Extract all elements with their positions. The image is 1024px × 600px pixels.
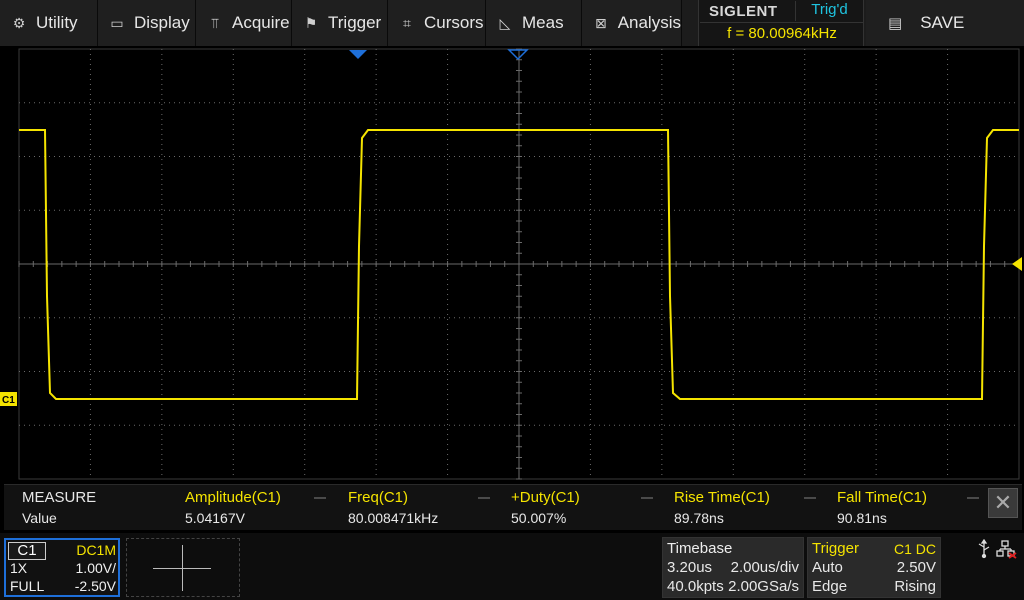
- menu-meas[interactable]: ◺ Meas: [486, 0, 582, 46]
- timebase-delay: 3.20us: [667, 559, 713, 576]
- channel-row: C1 DC1M: [8, 542, 116, 560]
- status-panel: SIGLENT Trig'd f = 80.00964kHz: [698, 0, 864, 46]
- menu-utility-label: Utility: [36, 13, 78, 32]
- channel-1-panel[interactable]: C1 DC1M 1X 1.00V/ FULL -2.50V: [4, 538, 120, 597]
- trigger-type: Edge: [812, 578, 848, 595]
- measure-ruler-icon: ◺: [499, 14, 511, 31]
- gear-icon: ⚙: [12, 14, 26, 31]
- measure-divider: [314, 497, 326, 499]
- measure-divider: [804, 497, 816, 499]
- measure-header-rise-time[interactable]: Rise Time(C1): [674, 489, 770, 506]
- channel-scale: 1.00V/: [75, 560, 116, 576]
- channel-coupling: DC1M: [76, 542, 116, 558]
- measure-value-freq: 80.008471kHz: [348, 510, 439, 526]
- timebase-title: Timebase: [667, 540, 733, 557]
- channel-probe: 1X: [10, 560, 28, 576]
- waveform-grid: C1: [0, 48, 1022, 480]
- menu-cursors-label: Cursors: [424, 13, 484, 32]
- system-icons: [972, 538, 1020, 559]
- menu-analysis-label: Analysis: [617, 13, 681, 32]
- measure-value-rise-time: 89.78ns: [674, 510, 724, 526]
- save-button[interactable]: ▤ SAVE: [866, 0, 1024, 46]
- trigger-mode: Auto: [812, 559, 843, 576]
- close-measure-button[interactable]: ✕: [988, 488, 1018, 518]
- timebase-points: 40.0kpts: [667, 578, 724, 595]
- menu-analysis[interactable]: ⊠ Analysis: [582, 0, 682, 46]
- channel-offset: -2.50V: [74, 578, 116, 594]
- channel-bandwidth: FULL: [10, 578, 45, 594]
- menu-display-label: Display: [134, 13, 190, 32]
- measure-header-fall-time[interactable]: Fall Time(C1): [837, 489, 927, 506]
- measure-divider: [641, 497, 653, 499]
- graticule: [18, 48, 1020, 480]
- measure-value-amplitude: 5.04167V: [185, 510, 245, 526]
- frequency-counter: f = 80.00964kHz: [700, 22, 864, 45]
- channel-row: 1X 1.00V/: [8, 560, 116, 578]
- measure-value-label: Value: [22, 510, 57, 526]
- menu-cursors[interactable]: ⌗ Cursors: [388, 0, 486, 46]
- add-channel-button[interactable]: [126, 538, 240, 597]
- acquire-icon: ⫪: [211, 14, 219, 31]
- menu-meas-label: Meas: [522, 13, 564, 32]
- timebase-scale: 2.00us/div: [730, 559, 799, 576]
- measure-title: MEASURE: [22, 489, 97, 506]
- network-disconnected-icon: [996, 540, 1017, 559]
- trigger-title: Trigger: [812, 540, 859, 557]
- channel-row: FULL -2.50V: [8, 578, 116, 596]
- trigger-level: 2.50V: [896, 559, 936, 576]
- measure-header-duty[interactable]: +Duty(C1): [511, 489, 580, 506]
- timebase-panel[interactable]: Timebase 3.20us 2.00us/div 40.0kpts 2.00…: [662, 537, 804, 598]
- measure-divider: [478, 497, 490, 499]
- waveform-display[interactable]: C1: [0, 46, 1024, 482]
- usb-icon: [978, 538, 990, 559]
- save-label: SAVE: [920, 13, 965, 32]
- measure-value-duty: 50.007%: [511, 510, 567, 526]
- trigger-panel[interactable]: Trigger C1 DC Auto 2.50V Edge Rising: [807, 537, 941, 598]
- crosshair-icon: ⌗: [403, 14, 411, 31]
- menu-display[interactable]: ▭ Display: [98, 0, 196, 46]
- menu-trigger[interactable]: ⚑ Trigger: [292, 0, 388, 46]
- menu-acquire-label: Acquire: [232, 13, 290, 32]
- channel-1-marker-label: C1: [2, 395, 15, 406]
- menu-utility[interactable]: ⚙ Utility: [0, 0, 98, 46]
- trigger-position-marker[interactable]: [349, 50, 367, 59]
- measure-divider: [967, 497, 979, 499]
- menu-acquire[interactable]: ⫪ Acquire: [196, 0, 292, 46]
- plus-icon: [182, 545, 183, 591]
- close-icon: ✕: [993, 490, 1013, 515]
- monitor-icon: ▭: [110, 14, 124, 31]
- timebase-sample-rate: 2.00GSa/s: [728, 578, 799, 595]
- brand-logo: SIGLENT: [709, 3, 778, 20]
- trigger-slope: Rising: [894, 578, 936, 595]
- measure-value-fall-time: 90.81ns: [837, 510, 887, 526]
- flag-icon: ⚑: [304, 14, 318, 31]
- status-bar: C1 DC1M 1X 1.00V/ FULL -2.50V Timebase 3…: [0, 533, 1024, 600]
- measure-header-amplitude[interactable]: Amplitude(C1): [185, 489, 281, 506]
- analysis-icon: ⊠: [594, 14, 607, 31]
- menu-trigger-label: Trigger: [328, 13, 382, 32]
- save-icon: ▤: [888, 15, 903, 32]
- trigger-level-marker[interactable]: [1012, 257, 1022, 271]
- trigger-source: C1 DC: [893, 541, 936, 557]
- trigger-status: Trig'd: [795, 1, 863, 21]
- channel-name: C1: [8, 542, 46, 560]
- measure-header-freq[interactable]: Freq(C1): [348, 489, 408, 506]
- time-center-marker[interactable]: [507, 49, 529, 61]
- measure-panel: MEASURE Value Amplitude(C1) 5.04167V Fre…: [4, 484, 1022, 530]
